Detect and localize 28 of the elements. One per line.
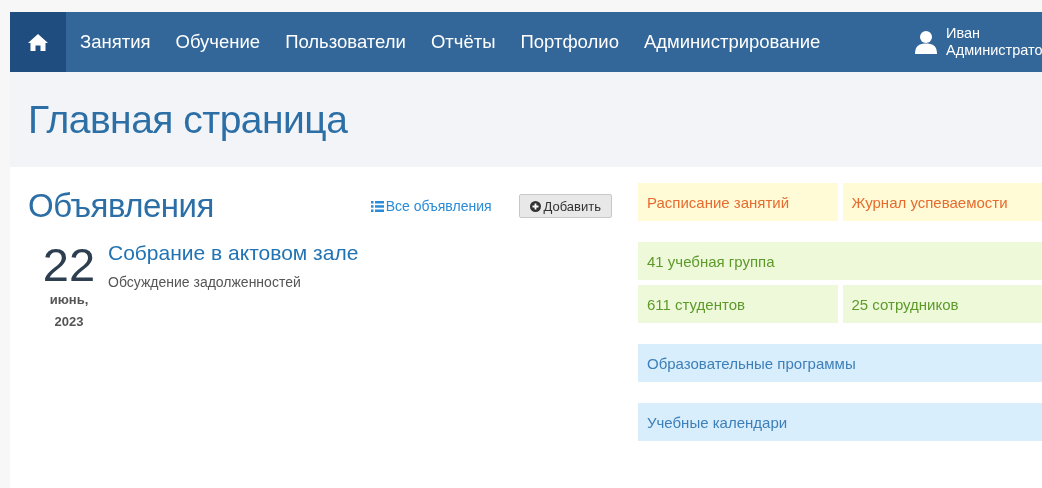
plus-circle-icon xyxy=(529,200,541,212)
dashboard-tile[interactable]: 25 сотрудников xyxy=(842,285,1042,323)
date-year: 2023 xyxy=(53,313,85,331)
dashboard-tile[interactable]: Образовательные программы xyxy=(638,344,1042,382)
dashboard-tile[interactable]: Расписание занятий xyxy=(638,183,838,221)
date-day: 22 xyxy=(38,241,100,289)
user-menu[interactable]: Иван Администрато xyxy=(946,25,1042,59)
dashboard-tile[interactable]: 41 учебная группа xyxy=(638,242,1042,280)
home-icon xyxy=(27,32,49,52)
nav-link[interactable]: Занятия xyxy=(80,31,151,53)
announcement-text: Обсуждение задолженностей xyxy=(108,274,302,290)
list-icon xyxy=(370,200,384,212)
nav-link[interactable]: Отчёты xyxy=(430,31,496,53)
dashboard-tile[interactable]: 611 студентов xyxy=(638,285,838,323)
announcement-title[interactable]: Собрание в актовом зале xyxy=(108,241,359,265)
page-title: Главная страница xyxy=(28,97,348,142)
user-icon xyxy=(915,30,937,54)
nav-link[interactable]: Пользователи xyxy=(285,31,406,53)
add-button[interactable]: Добавить xyxy=(518,194,612,218)
nav-link[interactable]: Портфолио xyxy=(520,31,619,53)
nav-link[interactable]: Обучение xyxy=(175,31,261,53)
home-button[interactable] xyxy=(10,12,66,72)
dashboard-tile[interactable]: Журнал успеваемости xyxy=(842,183,1042,221)
nav-link[interactable]: Администрирование xyxy=(643,31,821,53)
date-month: июнь, xyxy=(48,291,90,309)
dashboard-tile[interactable]: Учебные календари xyxy=(638,403,1042,441)
section-title: Объявления xyxy=(28,187,215,225)
all-announcements-link[interactable]: Все объявления xyxy=(370,198,492,214)
